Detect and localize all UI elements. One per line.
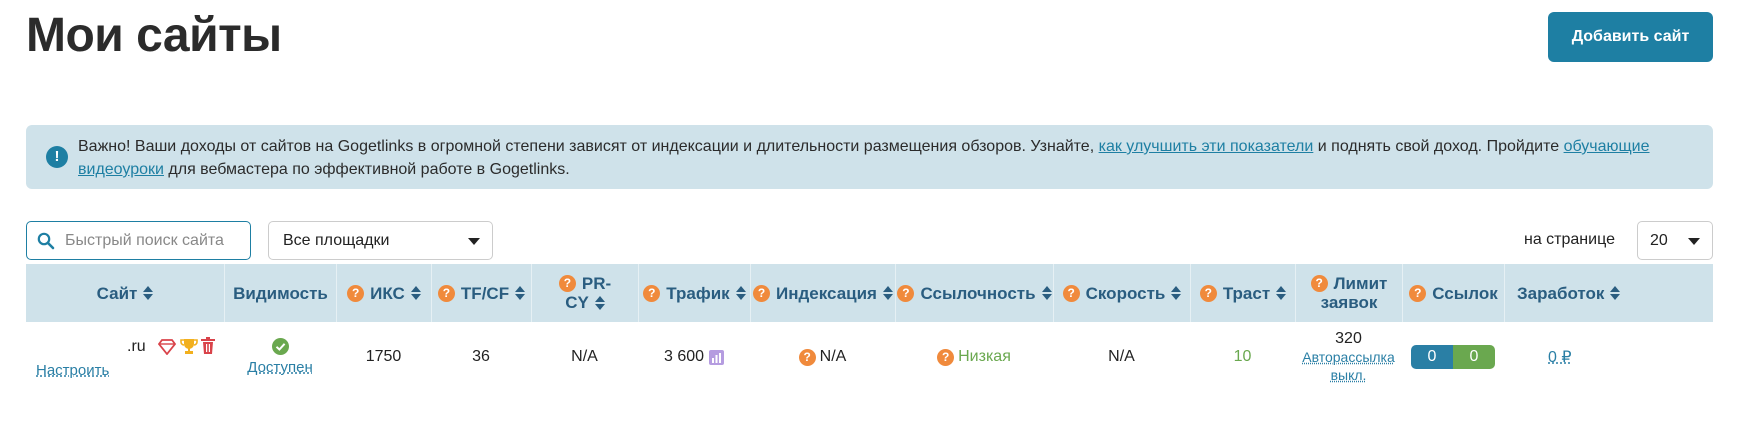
- sort-icon: [1171, 286, 1182, 300]
- col-tfcf[interactable]: ? TF/CF: [431, 264, 531, 322]
- diamond-icon: [158, 339, 176, 355]
- sort-icon: [143, 286, 154, 300]
- col-earnings[interactable]: Заработок: [1504, 264, 1713, 322]
- question-icon[interactable]: ?: [437, 284, 455, 302]
- earnings-link[interactable]: 0 ₽: [1548, 347, 1572, 367]
- cell-linkability: ? Низкая: [895, 322, 1053, 392]
- site-search[interactable]: [26, 221, 251, 260]
- page-title: Мои сайты: [26, 9, 282, 62]
- col-visibility: Видимость: [224, 264, 336, 322]
- sort-icon: [594, 295, 605, 310]
- per-page-value: 20: [1650, 232, 1668, 249]
- linkability-value: Низкая: [958, 348, 1011, 365]
- configure-link[interactable]: Настроить: [36, 362, 109, 379]
- improve-metrics-link[interactable]: как улучшить эти показатели: [1099, 138, 1314, 155]
- col-prcy[interactable]: ? PR- CY: [531, 264, 638, 322]
- trophy-icon: [180, 339, 198, 354]
- limit-value: 320: [1335, 330, 1362, 347]
- question-icon[interactable]: ?: [1409, 284, 1427, 302]
- visibility-status-link[interactable]: Доступен: [247, 359, 312, 376]
- question-icon[interactable]: ?: [937, 348, 955, 366]
- autosend-link-line2[interactable]: выкл.: [1331, 366, 1367, 384]
- cell-prcy: N/A: [571, 348, 598, 365]
- cell-visibility: Доступен: [224, 322, 336, 392]
- chevron-down-icon: [468, 238, 480, 245]
- question-icon[interactable]: ?: [558, 275, 576, 292]
- col-speed[interactable]: ? Скорость: [1053, 264, 1190, 322]
- sort-icon: [410, 286, 421, 300]
- cell-earnings: 0 ₽: [1504, 322, 1713, 392]
- cell-tfcf: 36: [472, 348, 490, 365]
- cell-links: 0 0: [1402, 322, 1504, 392]
- cell-site: .ru Настроить: [26, 322, 224, 392]
- col-indexation[interactable]: ? Индексация: [750, 264, 895, 322]
- question-icon[interactable]: ?: [347, 284, 365, 302]
- platform-select[interactable]: Все площадки: [268, 221, 493, 260]
- col-traffic[interactable]: ? Трафик: [638, 264, 750, 322]
- question-icon[interactable]: ?: [643, 284, 661, 302]
- links-count-blue: 0: [1411, 345, 1453, 369]
- search-input[interactable]: [65, 228, 245, 254]
- question-icon[interactable]: ?: [1310, 275, 1328, 292]
- site-domain: .ru: [127, 338, 146, 355]
- question-icon[interactable]: ?: [1062, 284, 1080, 302]
- col-trust[interactable]: ? Траст: [1190, 264, 1295, 322]
- sort-icon: [515, 286, 526, 300]
- links-count-green: 0: [1453, 345, 1495, 369]
- col-iks[interactable]: ? ИКС: [336, 264, 431, 322]
- sort-icon: [882, 286, 893, 300]
- per-page-select[interactable]: 20: [1637, 221, 1713, 260]
- col-site[interactable]: Сайт: [26, 264, 224, 322]
- cell-iks: 1750: [365, 348, 402, 365]
- question-icon[interactable]: ?: [798, 348, 816, 366]
- col-limit: ? Лимит заявок: [1295, 264, 1402, 322]
- question-icon[interactable]: ?: [753, 284, 771, 302]
- sort-icon: [735, 286, 746, 300]
- traffic-value: 3 600: [663, 348, 705, 365]
- trash-icon[interactable]: [201, 337, 215, 354]
- alert-text-1: Важно! Ваши доходы от сайтов на Gogetlin…: [78, 138, 1099, 155]
- sort-icon: [1610, 286, 1621, 300]
- table-header: Сайт Видимость ? ИКС ? TF/CF ? PR- CY ? Траф…: [26, 264, 1713, 322]
- cell-traffic: 3 600: [638, 322, 750, 392]
- sort-icon: [1041, 286, 1052, 300]
- chevron-down-icon: [1688, 238, 1700, 245]
- links-pill[interactable]: 0 0: [1411, 345, 1495, 369]
- cell-speed: N/A: [1108, 348, 1135, 365]
- table-row: .ru Настроить Доступен 1750 36 N/A 3 600…: [26, 322, 1713, 392]
- alert-text-2: и поднять свой доход. Пройдите: [1313, 138, 1564, 155]
- check-circle-icon: [271, 338, 289, 355]
- platform-select-value: Все площадки: [283, 232, 390, 249]
- sort-icon: [1276, 286, 1287, 300]
- cell-trust: 10: [1233, 348, 1252, 365]
- col-linkability[interactable]: ? Ссылочность: [895, 264, 1053, 322]
- search-icon: [37, 232, 55, 250]
- cell-indexation: ? N/A: [750, 322, 895, 392]
- alert-text-3: для вебмастера по эффективной работе в G…: [163, 161, 570, 178]
- question-icon[interactable]: ?: [897, 284, 915, 302]
- cell-limit: 320 Авторассылка выкл.: [1295, 322, 1402, 392]
- autosend-link-line1[interactable]: Авторассылка: [1302, 348, 1395, 366]
- question-icon[interactable]: ?: [1199, 284, 1217, 302]
- bar-chart-icon[interactable]: [709, 349, 725, 365]
- col-links: ? Ссылок: [1402, 264, 1504, 322]
- per-page-label: на странице: [1524, 231, 1615, 248]
- info-alert: ! Важно! Ваши доходы от сайтов на Gogetl…: [26, 125, 1713, 189]
- add-site-button[interactable]: Добавить сайт: [1548, 12, 1713, 62]
- exclamation-icon: !: [46, 146, 68, 168]
- indexation-value: N/A: [819, 348, 847, 365]
